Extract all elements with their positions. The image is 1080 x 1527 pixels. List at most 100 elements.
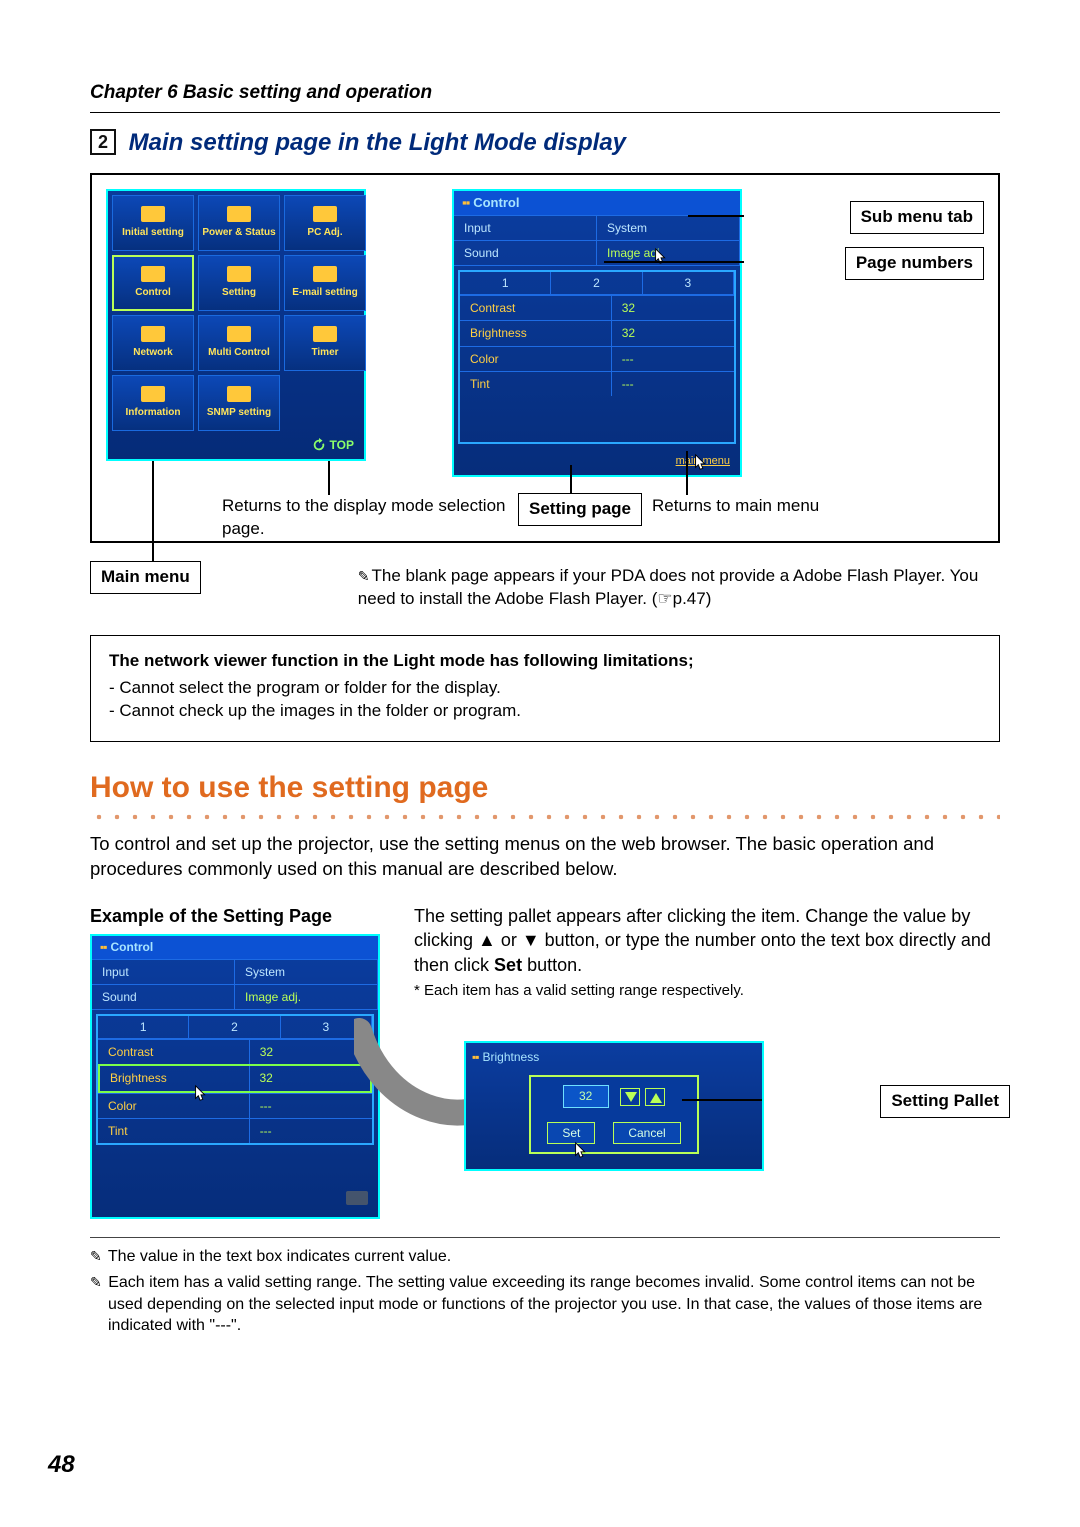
control-title: ▪▪ Control bbox=[454, 191, 740, 215]
row-value: 32 bbox=[611, 321, 734, 345]
row-color[interactable]: Color--- bbox=[98, 1093, 372, 1118]
limitation-item: - Cannot check up the images in the fold… bbox=[109, 700, 981, 723]
menu-pc-adj[interactable]: PC Adj. bbox=[284, 195, 366, 251]
page-1[interactable]: 1 bbox=[98, 1016, 189, 1039]
top-label: TOP bbox=[330, 437, 354, 453]
menu-label: Network bbox=[133, 346, 172, 360]
example-control-panel: ▪▪Control Input System Sound Image adj. … bbox=[90, 934, 380, 1219]
limitations-box: The network viewer function in the Light… bbox=[90, 635, 1000, 742]
monitor-icon bbox=[313, 206, 337, 222]
menu-initial-setting[interactable]: Initial setting bbox=[112, 195, 194, 251]
dots-icon: ▪▪ bbox=[472, 1050, 479, 1064]
subtab-system[interactable]: System bbox=[235, 960, 378, 985]
row-value: 32 bbox=[249, 1066, 371, 1090]
subtab-sound[interactable]: Sound bbox=[454, 241, 597, 266]
row-label: Brightness bbox=[100, 1066, 249, 1090]
page-2[interactable]: 2 bbox=[189, 1016, 280, 1039]
increment-button[interactable] bbox=[645, 1088, 665, 1106]
dotted-rule bbox=[90, 812, 1000, 822]
page-3[interactable]: 3 bbox=[643, 272, 734, 295]
row-contrast[interactable]: Contrast32 bbox=[460, 295, 734, 320]
setting-pallet: ▪▪Brightness 32 Set Cancel bbox=[464, 1041, 764, 1171]
footnote-text: The value in the text box indicates curr… bbox=[108, 1248, 451, 1265]
control-icon bbox=[141, 266, 165, 282]
menu-information[interactable]: Information bbox=[112, 375, 194, 431]
page-numbers-row: 1 2 3 bbox=[460, 272, 734, 295]
row-brightness[interactable]: Brightness32 bbox=[98, 1064, 372, 1092]
multi-icon bbox=[227, 326, 251, 342]
example-note: * Each item has a valid setting range re… bbox=[414, 981, 1000, 1001]
page-1[interactable]: 1 bbox=[460, 272, 551, 295]
control-title: ▪▪ Control bbox=[92, 936, 378, 958]
howto-heading: How to use the setting page bbox=[90, 768, 1000, 809]
note-pda-text: The blank page appears if your PDA does … bbox=[358, 566, 978, 608]
power-icon bbox=[227, 206, 251, 222]
callout-setting-pallet: Setting Pallet bbox=[880, 1085, 1010, 1118]
leader-line bbox=[686, 451, 688, 495]
menu-label: Initial setting bbox=[122, 226, 184, 240]
menu-network[interactable]: Network bbox=[112, 315, 194, 371]
control-panel: ▪▪Control Input System Sound Image adj. … bbox=[452, 189, 742, 477]
decrement-button[interactable] bbox=[620, 1088, 640, 1106]
row-label: Color bbox=[98, 1094, 249, 1118]
menu-setting[interactable]: Setting bbox=[198, 255, 280, 311]
top-link[interactable]: TOP bbox=[312, 437, 354, 453]
pencil-icon: ✎ bbox=[90, 1248, 102, 1264]
leader-line bbox=[604, 261, 744, 263]
menu-power-status[interactable]: Power & Status bbox=[198, 195, 280, 251]
limitation-item: - Cannot select the program or folder fo… bbox=[109, 677, 981, 700]
footnotes: ✎ The value in the text box indicates cu… bbox=[90, 1246, 1000, 1336]
dots-icon: ▪▪ bbox=[100, 940, 107, 954]
row-tint[interactable]: Tint--- bbox=[98, 1118, 372, 1143]
subtab-input[interactable]: Input bbox=[454, 216, 597, 241]
row-color[interactable]: Color--- bbox=[460, 346, 734, 371]
leader-line bbox=[682, 1099, 762, 1101]
menu-label: Timer bbox=[311, 346, 338, 360]
cancel-button[interactable]: Cancel bbox=[613, 1122, 680, 1144]
pallet-title: ▪▪Brightness bbox=[472, 1049, 756, 1065]
row-value: --- bbox=[611, 347, 734, 371]
menu-email-setting[interactable]: E-mail setting bbox=[284, 255, 366, 311]
footnote-text: Each item has a valid setting range. The… bbox=[108, 1274, 982, 1334]
subtab-input[interactable]: Input bbox=[92, 960, 235, 985]
leader-line bbox=[570, 465, 572, 493]
menu-snmp-setting[interactable]: SNMP setting bbox=[198, 375, 280, 431]
row-brightness[interactable]: Brightness32 bbox=[460, 320, 734, 345]
example-paragraph: The setting pallet appears after clickin… bbox=[414, 904, 1000, 977]
callout-setting-page: Setting page bbox=[518, 493, 642, 526]
subtab-system[interactable]: System bbox=[597, 216, 740, 241]
row-contrast[interactable]: Contrast32 bbox=[98, 1039, 372, 1064]
menu-label: Setting bbox=[222, 286, 256, 300]
menu-multi-control[interactable]: Multi Control bbox=[198, 315, 280, 371]
control-title-text: Control bbox=[111, 940, 154, 954]
snmp-icon bbox=[227, 386, 251, 402]
row-value: 32 bbox=[611, 296, 734, 320]
set-word: Set bbox=[494, 955, 522, 975]
row-label: Contrast bbox=[460, 296, 611, 320]
menu-control[interactable]: Control bbox=[112, 255, 194, 311]
dots-icon: ▪▪ bbox=[462, 195, 469, 210]
row-tint[interactable]: Tint--- bbox=[460, 371, 734, 396]
gear-icon bbox=[141, 206, 165, 222]
subtab-sound[interactable]: Sound bbox=[92, 985, 235, 1010]
menu-label: Multi Control bbox=[208, 346, 270, 360]
page-number: 48 bbox=[48, 1449, 75, 1481]
diagram-frame: Initial setting Power & Status PC Adj. C… bbox=[90, 173, 1000, 543]
cursor-icon bbox=[572, 1141, 590, 1159]
sub-menu-tabs: Input System Sound Image adj. bbox=[454, 215, 740, 266]
main-menu-panel: Initial setting Power & Status PC Adj. C… bbox=[106, 189, 366, 461]
network-icon bbox=[141, 326, 165, 342]
clock-icon bbox=[313, 326, 337, 342]
row-label: Color bbox=[460, 347, 611, 371]
section-title-text: Main setting page in the Light Mode disp… bbox=[129, 129, 626, 156]
mail-icon bbox=[313, 266, 337, 282]
caption-returns-display-mode: Returns to the display mode selection pa… bbox=[222, 495, 542, 541]
pallet-value-input[interactable]: 32 bbox=[563, 1085, 609, 1107]
menu-timer[interactable]: Timer bbox=[284, 315, 366, 371]
page-2[interactable]: 2 bbox=[551, 272, 642, 295]
cursor-icon bbox=[192, 1084, 210, 1102]
menu-label: Power & Status bbox=[202, 226, 275, 240]
leader-line bbox=[688, 215, 744, 217]
callout-page-numbers: Page numbers bbox=[845, 247, 984, 280]
control-title-text: Control bbox=[473, 195, 519, 210]
